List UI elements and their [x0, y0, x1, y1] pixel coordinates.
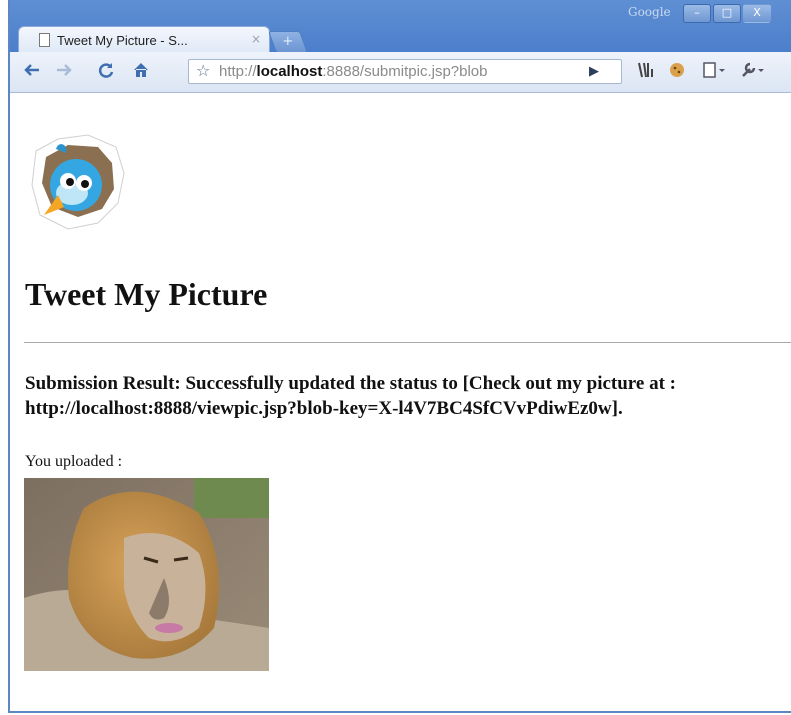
reload-icon: [98, 63, 114, 78]
divider: [24, 342, 791, 343]
bookmark-star-icon[interactable]: ☆: [196, 61, 210, 80]
tab-title: Tweet My Picture - S...: [57, 33, 188, 48]
back-arrow-icon: [24, 64, 39, 76]
wrench-icon: [742, 62, 764, 77]
tab-tweet-my-picture[interactable]: Tweet My Picture - S... ×: [18, 26, 270, 53]
page-menu-icon: [703, 62, 725, 78]
cookie-extension-icon[interactable]: [666, 61, 688, 83]
reload-button[interactable]: [96, 61, 116, 83]
cookie-icon: [670, 63, 684, 77]
twitter-bird-logo: [31, 134, 125, 230]
browser-window: Google – □ X Tweet My Picture - S... × +…: [8, 0, 791, 713]
tab-strip: Google – □ X Tweet My Picture - S... × +: [10, 0, 791, 53]
google-label: Google: [628, 5, 671, 19]
address-bar[interactable]: ☆ http://localhost:8888/submitpic.jsp?bl…: [188, 59, 622, 84]
url-text[interactable]: http://localhost:8888/submitpic.jsp?blob: [219, 63, 564, 80]
back-button[interactable]: [22, 61, 42, 83]
page-title: Tweet My Picture: [25, 276, 268, 312]
document-icon: [39, 33, 50, 47]
home-icon: [134, 63, 148, 77]
page-menu-button[interactable]: [700, 61, 730, 83]
submission-result: Submission Result: Successfully updated …: [25, 373, 676, 419]
extension-bars-icon: [638, 62, 653, 78]
uploaded-label: You uploaded :: [25, 453, 123, 470]
forward-button[interactable]: [54, 61, 74, 83]
plus-icon: +: [282, 34, 294, 49]
new-tab-button[interactable]: +: [267, 31, 309, 53]
settings-menu-button[interactable]: [738, 61, 768, 83]
uploaded-lion-photo: [24, 478, 269, 671]
forward-arrow-icon: [57, 64, 72, 76]
close-window-button[interactable]: X: [743, 4, 771, 23]
maximize-button[interactable]: □: [713, 4, 741, 23]
minimize-button[interactable]: –: [683, 4, 711, 23]
extension-icon[interactable]: [635, 61, 659, 83]
tab-close-icon[interactable]: ×: [251, 32, 261, 46]
go-arrow-icon[interactable]: ▶: [589, 64, 599, 79]
home-button[interactable]: [130, 61, 152, 83]
toolbar: ☆ http://localhost:8888/submitpic.jsp?bl…: [10, 52, 791, 93]
